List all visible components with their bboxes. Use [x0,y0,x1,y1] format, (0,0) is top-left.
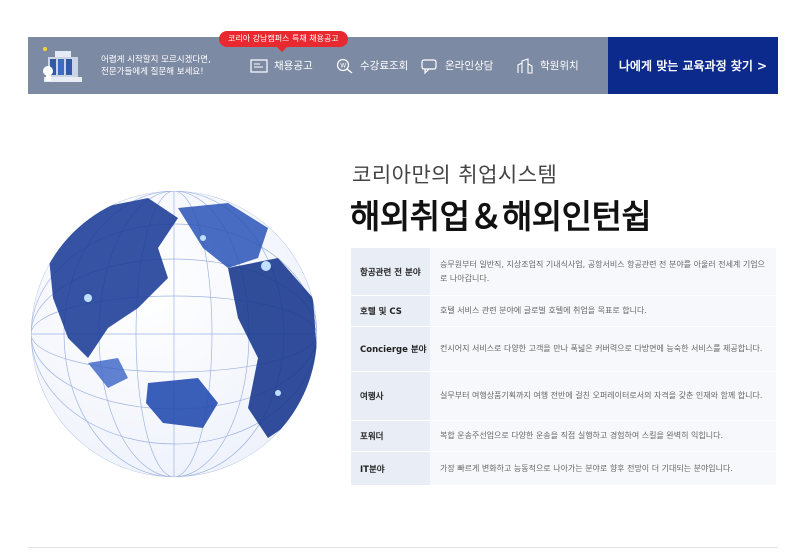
field-label: Concierge 분야 [351,326,430,372]
field-label: IT분야 [351,451,430,486]
globe-illustration [31,191,317,477]
nav-fee-search[interactable]: W 수강료조회 [336,37,408,94]
table-row: 항공관련 전 분야 승무원부터 일반직, 지상조업직 기내식사업, 공항서비스 … [351,248,776,296]
section-divider [28,547,778,548]
location-icon [517,57,533,74]
field-description: 호텔 서비스 관련 분야에 글로벌 호텔에 취업을 목표로 합니다. [430,295,776,327]
hero-title: 해외취업＆해외인턴쉽 [350,197,652,236]
nav-job-board-label: 채용공고 [274,60,313,72]
nav-online-consult[interactable]: 온라인상담 [421,37,493,94]
field-label: 호텔 및 CS [351,295,430,327]
nav-fee-search-label: 수강료조회 [360,60,409,72]
chat-icon [421,58,437,74]
table-row: IT분야 가장 빠르게 변화하고 능동적으로 나아가는 분야로 향후 전망이 더… [351,451,776,486]
consult-line-1: 어렵게 시작할지 모르시겠다면, [101,55,211,65]
office-building-icon [40,43,86,87]
table-row: 포워더 복합 운송주선업으로 다양한 운송을 직접 실행하고 경험하여 스킬을 … [351,420,776,452]
job-field-table: 항공관련 전 분야 승무원부터 일반직, 지상조업직 기내식사업, 공항서비스 … [351,248,776,486]
table-row: Concierge 분야 컨시어지 서비스로 다양한 고객을 만나 폭넓은 커버… [351,326,776,372]
nav-online-consult-label: 온라인상담 [445,60,494,72]
job-board-icon [250,58,268,73]
find-course-button[interactable]: 나에게 맞는 교육과정 찾기 > [608,37,778,94]
svg-text:W: W [340,62,346,69]
nav-academy-location-label: 학원위치 [540,60,579,72]
hero-subtitle: 코리아만의 취업시스템 [352,163,558,187]
field-label: 여행사 [351,371,430,421]
recruit-notice-badge[interactable]: 코리아 강남캠퍼스 특채 채용공고 [219,31,348,52]
table-row: 호텔 및 CS 호텔 서비스 관련 분야에 글로벌 호텔에 취업을 목표로 합니… [351,295,776,327]
field-description: 컨시어지 서비스로 다양한 고객을 만나 폭넓은 커버력으로 다방면에 능숙한 … [430,326,776,372]
field-description: 승무원부터 일반직, 지상조업직 기내식사업, 공항서비스 항공관련 전 분야를… [430,248,776,296]
field-description: 복합 운송주선업으로 다양한 운송을 직접 실행하고 경험하여 스킬을 완벽히 … [430,420,776,452]
consult-message: 어렵게 시작할지 모르시겠다면, 전문가들에게 질문해 보세요! [101,54,211,78]
nav-academy-location[interactable]: 학원위치 [516,37,579,94]
field-label: 항공관련 전 분야 [351,248,430,296]
table-row: 여행사 실무부터 여행상품기획까지 여행 전반에 걸친 오퍼레이터로서의 자격을… [351,371,776,421]
consult-line-2: 전문가들에게 질문해 보세요! [101,67,204,77]
field-label: 포워더 [351,420,430,452]
fee-search-icon: W [336,58,353,74]
top-bar: 어렵게 시작할지 모르시겠다면, 전문가들에게 질문해 보세요! 채용공고 W … [28,37,778,94]
field-description: 가장 빠르게 변화하고 능동적으로 나아가는 분야로 향후 전망이 더 기대되는… [430,451,776,486]
field-description: 실무부터 여행상품기획까지 여행 전반에 걸친 오퍼레이터로서의 자격을 갖춘 … [430,371,776,421]
